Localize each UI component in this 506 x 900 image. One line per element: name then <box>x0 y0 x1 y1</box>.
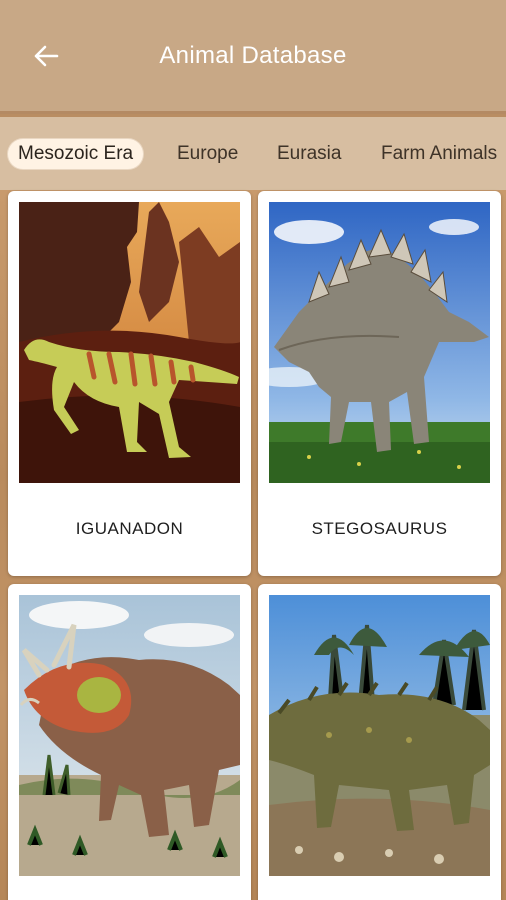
animal-card-stegosaurus[interactable]: STEGOSAURUS <box>258 191 501 576</box>
app-bar: Animal Database <box>0 0 506 114</box>
animal-card-3[interactable] <box>8 584 251 900</box>
animal-image <box>19 595 240 876</box>
animal-name: IGUANADON <box>75 519 184 538</box>
animal-image <box>269 202 490 483</box>
tab-mesozoic-era[interactable]: Mesozoic Era <box>8 139 144 169</box>
tab-eurasia[interactable]: Eurasia <box>277 139 341 169</box>
animal-image <box>19 202 240 483</box>
page-title: Animal Database <box>159 42 347 69</box>
tab-europe[interactable]: Europe <box>177 139 238 169</box>
animal-card-4[interactable] <box>258 584 501 900</box>
category-tabs: Mesozoic Era Europe Eurasia Farm Animals <box>0 117 506 190</box>
animal-card-iguanadon[interactable]: IGUANADON <box>8 191 251 576</box>
tab-farm-animals[interactable]: Farm Animals <box>381 139 497 169</box>
animal-name: STEGOSAURUS <box>311 519 448 538</box>
animal-image <box>269 595 490 876</box>
